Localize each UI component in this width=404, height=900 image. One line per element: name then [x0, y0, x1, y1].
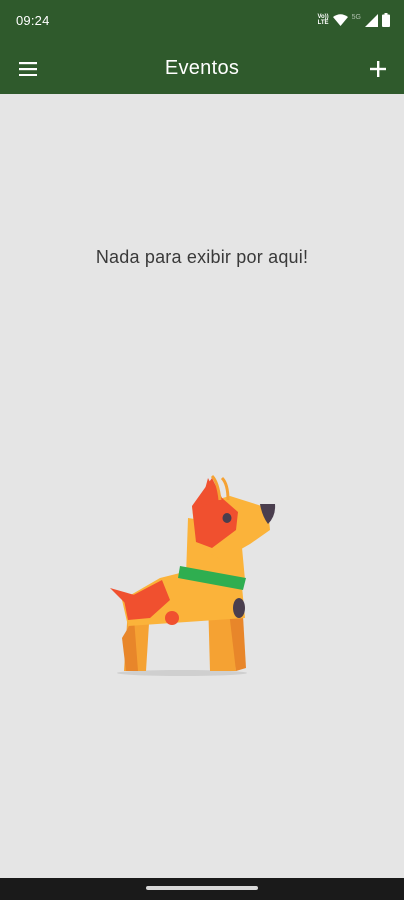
- cell-signal-icon: [365, 13, 378, 27]
- wifi-icon: [332, 14, 348, 26]
- network-type-label: 5G: [351, 13, 361, 21]
- system-nav-bar: [0, 878, 404, 900]
- battery-icon: [382, 13, 390, 27]
- volte-icon: Vo)) LTE: [317, 14, 328, 26]
- gesture-handle[interactable]: [146, 886, 258, 890]
- page-title: Eventos: [164, 57, 240, 79]
- dog-illustration: [110, 474, 276, 676]
- status-bar: 09:24 Vo)) LTE 5G: [0, 0, 404, 44]
- status-time: 09:24: [16, 13, 50, 28]
- screen: 09:24 Vo)) LTE 5G Eventos Nada para exib…: [0, 0, 404, 900]
- empty-state-message: Nada para exibir por aqui!: [95, 247, 309, 267]
- plus-icon: [370, 61, 386, 77]
- app-bar: Eventos: [0, 44, 404, 94]
- lte-label: LTE: [317, 20, 329, 26]
- add-event-button[interactable]: [360, 51, 396, 87]
- status-icons: Vo)) LTE 5G: [317, 12, 390, 28]
